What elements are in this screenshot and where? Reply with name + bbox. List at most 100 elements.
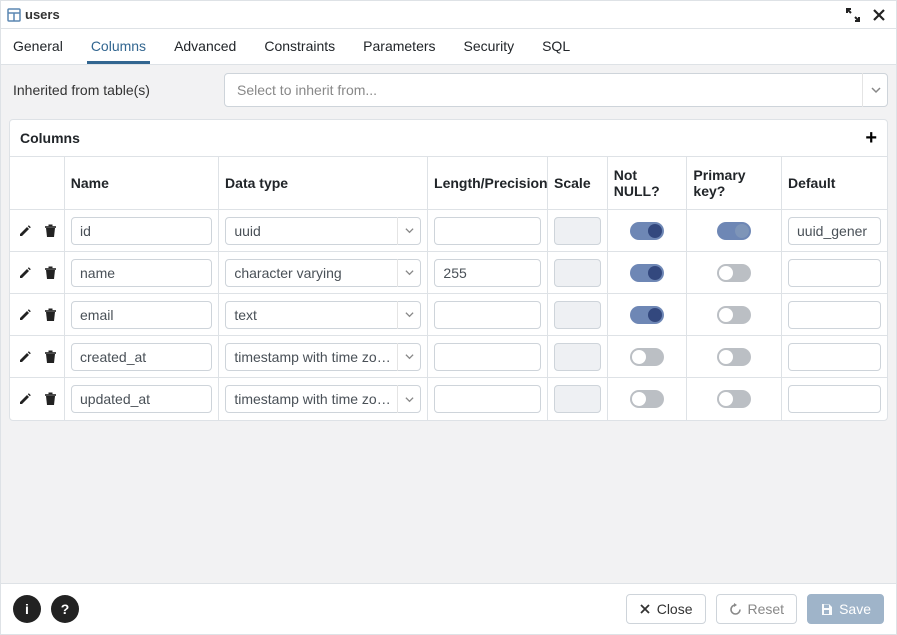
tab-security[interactable]: Security [460,30,519,63]
col-header-pk: Primary key? [687,157,782,209]
plus-icon: + [865,127,877,149]
column-default-input[interactable] [788,343,881,371]
pencil-icon [18,392,32,406]
primary-key-toggle[interactable] [717,390,751,408]
column-scale-input [554,259,601,287]
edit-row-button[interactable] [16,392,34,406]
column-type-select[interactable]: uuid [225,217,421,245]
close-icon [872,8,886,22]
column-name-input[interactable] [71,343,212,371]
primary-key-toggle[interactable] [717,348,751,366]
column-length-input[interactable] [434,385,541,413]
tab-advanced[interactable]: Advanced [170,30,240,63]
trash-icon [44,308,57,322]
column-default-input[interactable] [788,301,881,329]
column-length-input[interactable] [434,301,541,329]
save-label: Save [839,601,871,617]
column-type-select[interactable]: timestamp with time zo… [225,385,421,413]
edit-row-button[interactable] [16,350,34,364]
edit-row-button[interactable] [16,308,34,322]
save-button[interactable]: Save [807,594,884,624]
tab-sql[interactable]: SQL [538,30,574,63]
inherited-from-select[interactable]: Select to inherit from... [224,73,888,107]
pencil-icon [18,266,32,280]
column-default-input[interactable] [788,259,881,287]
close-label: Close [657,601,693,617]
not-null-toggle[interactable] [630,264,664,282]
not-null-toggle[interactable] [630,306,664,324]
column-length-input[interactable] [434,217,541,245]
add-column-button[interactable]: + [865,128,877,148]
chevron-down-icon[interactable] [397,301,421,329]
table-row: timestamp with time zo… [10,378,887,420]
columns-panel-title: Columns [20,130,865,146]
delete-row-button[interactable] [42,392,59,406]
info-button[interactable]: i [13,595,41,623]
reset-icon [729,603,742,616]
chevron-down-icon[interactable] [397,259,421,287]
reset-button[interactable]: Reset [716,594,798,624]
inherited-from-row: Inherited from table(s) Select to inheri… [9,73,888,107]
column-name-input[interactable] [71,385,212,413]
col-header-datatype: Data type [219,157,428,209]
column-name-input[interactable] [71,259,212,287]
columns-header-row: Name Data type Length/Precision Scale No… [10,157,887,210]
chevron-down-icon[interactable] [397,385,421,413]
pencil-icon [18,308,32,322]
column-type-select[interactable]: text [225,301,421,329]
expand-icon [846,8,860,22]
column-scale-input [554,217,601,245]
close-button[interactable] [872,8,886,22]
edit-row-button[interactable] [16,266,34,280]
delete-row-button[interactable] [42,224,59,238]
save-icon [820,603,833,616]
pencil-icon [18,224,32,238]
column-scale-input [554,385,601,413]
tab-general[interactable]: General [9,30,67,63]
chevron-down-icon[interactable] [397,343,421,371]
help-button[interactable]: ? [51,595,79,623]
trash-icon [44,224,57,238]
table-row: character varying [10,252,887,294]
close-icon [639,603,651,615]
tab-columns[interactable]: Columns [87,30,150,63]
column-scale-input [554,301,601,329]
question-icon: ? [61,601,70,617]
chevron-down-icon[interactable] [397,217,421,245]
primary-key-toggle[interactable] [717,306,751,324]
col-header-default: Default [782,157,887,209]
column-default-input[interactable] [788,217,881,245]
column-length-input[interactable] [434,259,541,287]
chevron-down-icon[interactable] [862,73,888,107]
column-name-input[interactable] [71,217,212,245]
tab-constraints[interactable]: Constraints [260,30,339,63]
not-null-toggle[interactable] [630,222,664,240]
not-null-toggle[interactable] [630,390,664,408]
column-default-input[interactable] [788,385,881,413]
expand-button[interactable] [846,8,860,22]
dialog-title: users [25,7,60,22]
table-row: text [10,294,887,336]
column-type-select[interactable]: timestamp with time zo… [225,343,421,371]
delete-row-button[interactable] [42,308,59,322]
column-scale-input [554,343,601,371]
delete-row-button[interactable] [42,350,59,364]
col-header-scale: Scale [548,157,608,209]
columns-grid: Name Data type Length/Precision Scale No… [10,157,887,420]
trash-icon [44,350,57,364]
not-null-toggle[interactable] [630,348,664,366]
tab-parameters[interactable]: Parameters [359,30,439,63]
primary-key-toggle[interactable] [717,222,751,240]
reset-label: Reset [748,601,785,617]
column-name-input[interactable] [71,301,212,329]
delete-row-button[interactable] [42,266,59,280]
primary-key-toggle[interactable] [717,264,751,282]
inherited-from-placeholder: Select to inherit from... [237,82,377,98]
edit-row-button[interactable] [16,224,34,238]
column-type-select[interactable]: character varying [225,259,421,287]
column-length-input[interactable] [434,343,541,371]
dialog-header: users [1,1,896,29]
info-icon: i [25,601,29,617]
table-row: timestamp with time zo… [10,336,887,378]
close-footer-button[interactable]: Close [626,594,706,624]
